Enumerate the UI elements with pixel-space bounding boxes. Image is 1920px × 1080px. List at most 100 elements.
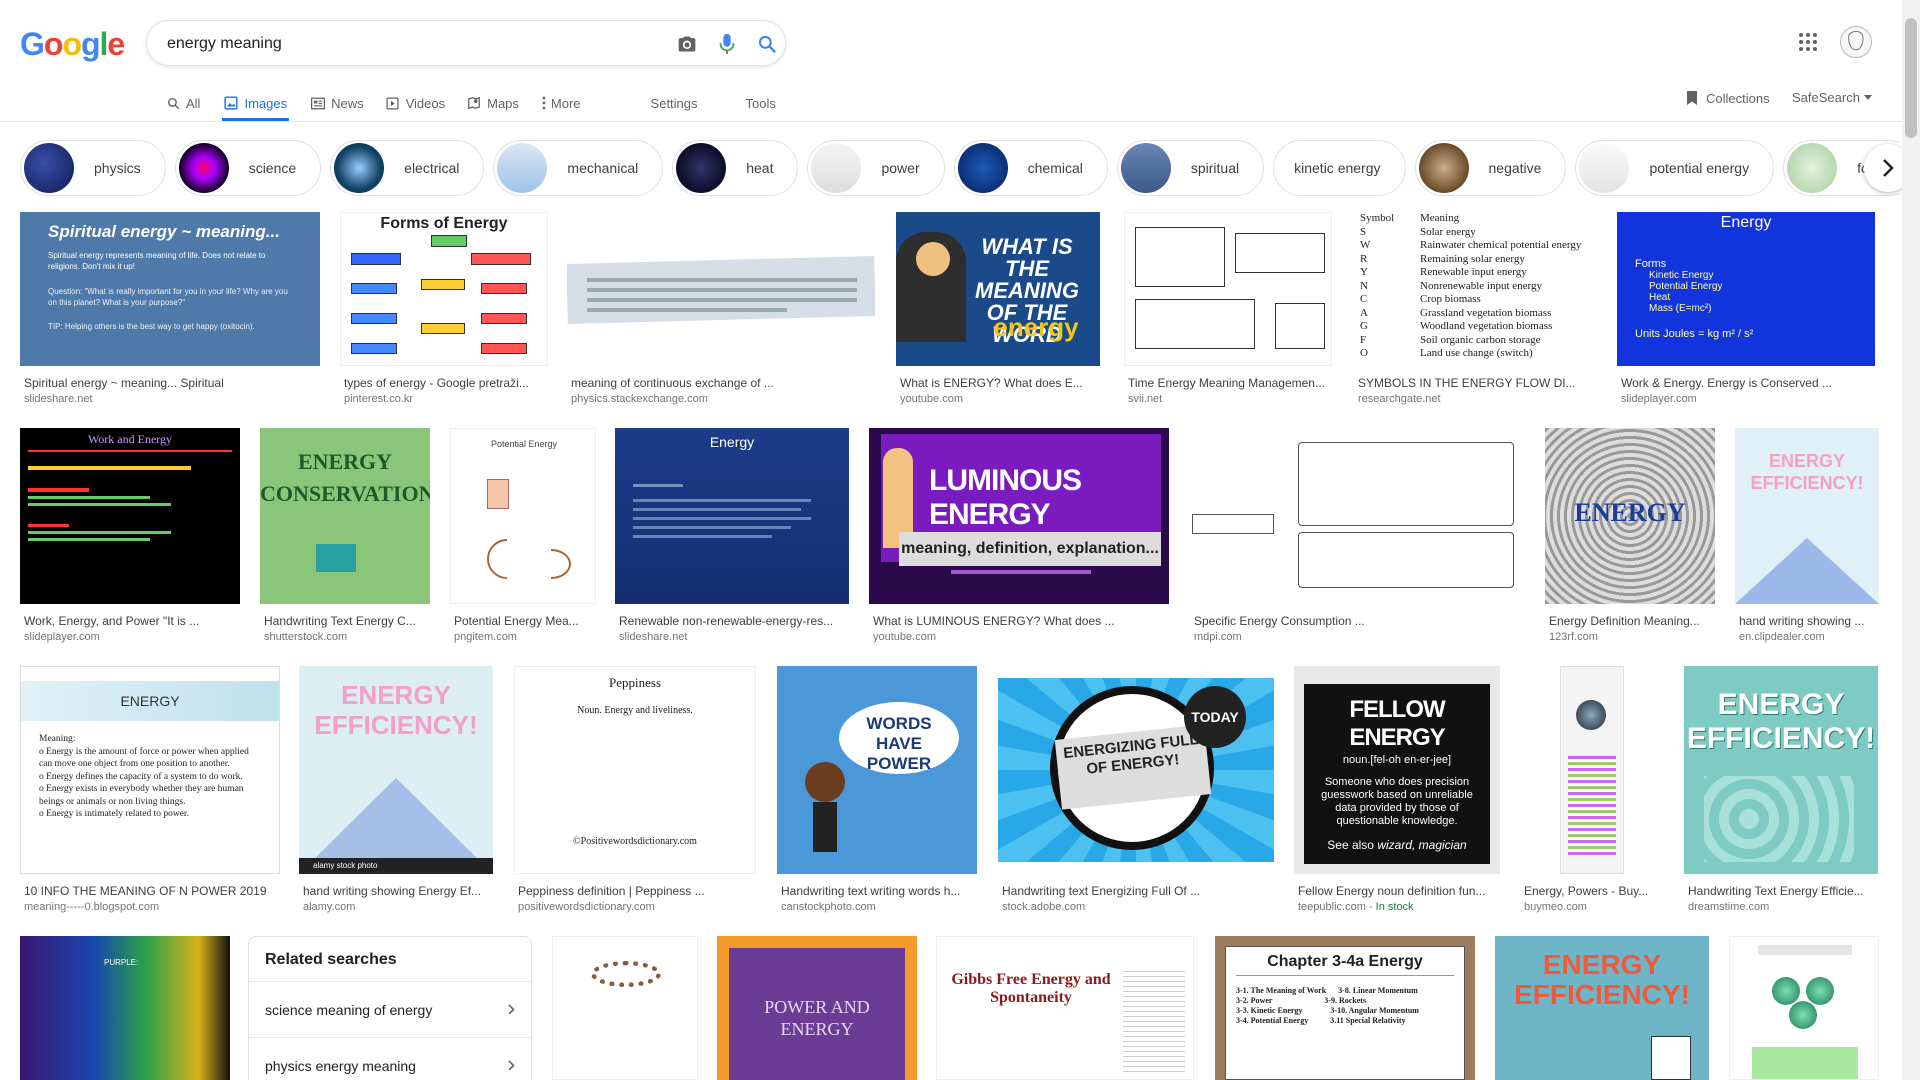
result-caption[interactable]: meaning of continuous exchange of ... xyxy=(567,376,875,390)
result-image[interactable]: Work and Energy xyxy=(20,428,240,604)
google-logo[interactable]: Google xyxy=(20,26,125,63)
result-image[interactable] xyxy=(1124,212,1332,366)
chip-heat[interactable]: heat xyxy=(672,140,799,196)
tools-link[interactable]: Tools xyxy=(746,88,776,118)
result-caption[interactable]: Potential Energy Mea... xyxy=(450,614,596,628)
related-search-item[interactable]: science meaning of energy xyxy=(249,982,531,1038)
image-result[interactable]: ENERGY CONSERVATION! Handwriting Text En… xyxy=(260,428,430,643)
result-image[interactable]: WORDS HAVE POWER xyxy=(777,666,977,874)
result-image[interactable]: ENERGY EFFICIENCY! alamy stock photo xyxy=(299,666,493,874)
image-result[interactable] xyxy=(1729,936,1879,1080)
image-result[interactable]: Work and Energy Work, Energy, and Power … xyxy=(20,428,240,643)
result-image[interactable]: WHAT IS THE MEANING OF THE WORD energy xyxy=(896,212,1100,366)
result-caption[interactable]: Work, Energy, and Power "It is ... xyxy=(20,614,240,628)
image-result[interactable]: ENERGY EFFICIENCY! hand writing showing … xyxy=(1735,428,1879,643)
result-caption[interactable]: Handwriting text writing words h... xyxy=(777,884,977,898)
chip-kinetic-energy[interactable]: kinetic energy xyxy=(1273,140,1406,196)
chip-power[interactable]: power xyxy=(807,140,945,196)
tab-maps[interactable]: Maps xyxy=(467,88,519,118)
image-result[interactable]: Potential Energy Potential Energy Mea...… xyxy=(450,428,596,643)
result-image[interactable]: LUMINOUS ENERGY meaning, definition, exp… xyxy=(869,428,1169,604)
image-result[interactable]: PURPLE: xyxy=(20,936,230,1080)
chip-potential-energy[interactable]: potential energy xyxy=(1575,140,1775,196)
result-image[interactable] xyxy=(552,936,698,1080)
microphone-icon[interactable] xyxy=(715,32,739,56)
image-result[interactable]: Time Energy Meaning Managemen... svii.ne… xyxy=(1124,212,1332,405)
image-result[interactable] xyxy=(552,936,698,1080)
result-image[interactable]: Gibbs Free Energy and Spontaneity xyxy=(936,936,1194,1080)
account-avatar[interactable] xyxy=(1840,26,1872,58)
result-image[interactable]: ENERGY EFFICIENCY! xyxy=(1495,936,1709,1080)
chip-mechanical[interactable]: mechanical xyxy=(493,140,664,196)
chip-physics[interactable]: physics xyxy=(20,140,166,196)
image-result[interactable]: Specific Energy Consumption ... mdpi.com xyxy=(1190,428,1524,643)
result-image[interactable] xyxy=(1520,666,1664,874)
result-image[interactable]: Chapter 3-4a Energy 3-1. The Meaning of … xyxy=(1215,936,1475,1080)
related-search-item[interactable]: physics energy meaning xyxy=(249,1038,531,1080)
image-result[interactable]: FELLOW ENERGY noun.[fel-oh en-er-jee] So… xyxy=(1294,666,1500,913)
chip-negative[interactable]: negative xyxy=(1414,140,1567,196)
result-caption[interactable]: hand writing showing ... xyxy=(1735,614,1879,628)
chip-electrical[interactable]: electrical xyxy=(330,140,485,196)
result-caption[interactable]: What is LUMINOUS ENERGY? What does ... xyxy=(869,614,1169,628)
image-result[interactable]: ENERGY EFFICIENCY! xyxy=(1495,936,1709,1080)
result-caption[interactable]: Specific Energy Consumption ... xyxy=(1190,614,1524,628)
result-caption[interactable]: Energy Definition Meaning... xyxy=(1545,614,1715,628)
image-result[interactable]: Gibbs Free Energy and Spontaneity xyxy=(936,936,1194,1080)
result-image[interactable]: ENERGY Meaning: o Energy is the amount of… xyxy=(20,666,280,874)
result-caption[interactable]: SYMBOLS IN THE ENERGY FLOW DI... xyxy=(1354,376,1596,390)
result-image[interactable]: ENERGY xyxy=(1545,428,1715,604)
chip-science[interactable]: science xyxy=(174,140,322,196)
result-image[interactable]: ENERGY CONSERVATION! xyxy=(260,428,430,604)
result-image[interactable]: Potential Energy xyxy=(450,428,596,604)
result-caption[interactable]: Handwriting Text Energy C... xyxy=(260,614,430,628)
safesearch-button[interactable]: SafeSearch xyxy=(1792,90,1872,105)
camera-icon[interactable] xyxy=(675,32,699,56)
tab-more[interactable]: More xyxy=(541,88,581,118)
result-image[interactable]: POWER AND ENERGY xyxy=(717,936,917,1080)
result-caption[interactable]: 10 INFO THE MEANING OF N POWER 2019 xyxy=(20,884,280,898)
result-image[interactable] xyxy=(567,212,875,366)
search-icon[interactable] xyxy=(755,32,779,56)
chip-spiritual[interactable]: spiritual xyxy=(1116,140,1265,196)
result-caption[interactable]: Energy, Powers - Buy... xyxy=(1520,884,1664,898)
result-image[interactable]: Spiritual energy ~ meaning... Spiritual … xyxy=(20,212,320,366)
image-result[interactable]: Peppiness Noun. Energy and liveliness. ©… xyxy=(514,666,756,913)
result-image[interactable] xyxy=(1729,936,1879,1080)
settings-link[interactable]: Settings xyxy=(651,88,698,118)
tab-news[interactable]: News xyxy=(311,88,364,118)
image-result[interactable]: ENERGIZING FULL OF ENERGY! TODAY Handwri… xyxy=(998,666,1274,913)
result-image[interactable]: Peppiness Noun. Energy and liveliness. ©… xyxy=(514,666,756,874)
result-image[interactable]: Forms of Energy xyxy=(340,212,548,366)
result-caption[interactable]: Work & Energy. Energy is Conserved ... xyxy=(1617,376,1875,390)
result-image[interactable]: ENERGIZING FULL OF ENERGY! TODAY xyxy=(998,666,1274,874)
image-result[interactable]: ENERGY EFFICIENCY! alamy stock photo han… xyxy=(299,666,493,913)
result-caption[interactable]: What is ENERGY? What does E... xyxy=(896,376,1100,390)
tab-images[interactable]: Images xyxy=(222,88,290,121)
result-image[interactable]: FELLOW ENERGY noun.[fel-oh en-er-jee] So… xyxy=(1294,666,1500,874)
image-result[interactable]: meaning of continuous exchange of ... ph… xyxy=(567,212,875,405)
result-caption[interactable]: Handwriting text Energizing Full Of ... xyxy=(998,884,1274,898)
result-image[interactable]: Symbol Meaning S Solar energy W Rainwater ch… xyxy=(1354,212,1596,366)
result-caption[interactable]: Handwriting Text Energy Efficie... xyxy=(1684,884,1878,898)
result-caption[interactable]: Renewable non-renewable-energy-res... xyxy=(615,614,849,628)
result-caption[interactable]: Peppiness definition | Peppiness ... xyxy=(514,884,756,898)
image-result[interactable]: ENERGY EFFICIENCY! Handwriting Text Ener… xyxy=(1684,666,1878,913)
result-caption[interactable]: hand writing showing Energy Ef... xyxy=(299,884,493,898)
result-image[interactable]: Energy Forms Kinetic Energy Potential En… xyxy=(1617,212,1875,366)
chip-chemical[interactable]: chemical xyxy=(953,140,1108,196)
image-result[interactable]: Energy Renewable non-renewable-energy-re… xyxy=(615,428,849,643)
image-result[interactable]: ENERGY Meaning: o Energy is the amount of… xyxy=(20,666,280,913)
result-caption[interactable]: Fellow Energy noun definition fun... xyxy=(1294,884,1500,898)
result-image[interactable] xyxy=(1190,428,1524,604)
page-scrollbar[interactable] xyxy=(1902,0,1920,1080)
image-result[interactable]: Energy, Powers - Buy... buymeo.com xyxy=(1520,666,1664,913)
image-result[interactable]: LUMINOUS ENERGY meaning, definition, exp… xyxy=(869,428,1169,643)
image-result[interactable]: Chapter 3-4a Energy 3-1. The Meaning of … xyxy=(1215,936,1475,1080)
image-result[interactable]: ENERGY Energy Definition Meaning... 123r… xyxy=(1545,428,1715,643)
result-caption[interactable]: Spiritual energy ~ meaning... Spiritual xyxy=(20,376,320,390)
image-result[interactable]: Symbol Meaning S Solar energy W Rainwater ch… xyxy=(1354,212,1596,405)
image-result[interactable]: Forms of Energy types of energy - Google… xyxy=(340,212,548,405)
image-result[interactable]: Spiritual energy ~ meaning... Spiritual … xyxy=(20,212,320,405)
result-image[interactable]: PURPLE: xyxy=(20,936,230,1080)
